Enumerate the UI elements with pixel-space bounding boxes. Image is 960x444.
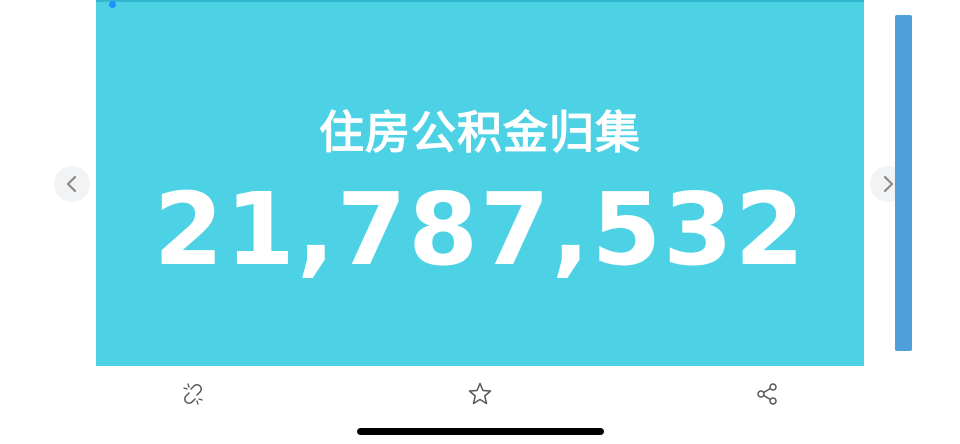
statistic-card: 住房公积金归集 21,787,532 [96, 0, 864, 366]
unlink-button[interactable] [179, 380, 207, 408]
previous-button[interactable] [54, 166, 90, 202]
share-button[interactable] [753, 380, 781, 408]
card-value: 21,787,532 [153, 171, 807, 288]
chevron-right-icon [883, 175, 894, 193]
favorite-button[interactable] [466, 380, 494, 408]
indicator-dot [109, 1, 116, 8]
unlink-icon [183, 383, 203, 405]
home-indicator[interactable] [357, 428, 604, 435]
card-title: 住房公积金归集 [318, 106, 641, 159]
scroll-indicator-bar[interactable] [895, 15, 912, 351]
page: 住房公积金归集 21,787,532 [0, 0, 960, 444]
share-icon [757, 383, 777, 405]
star-icon [468, 382, 492, 405]
chevron-left-icon [66, 175, 77, 193]
